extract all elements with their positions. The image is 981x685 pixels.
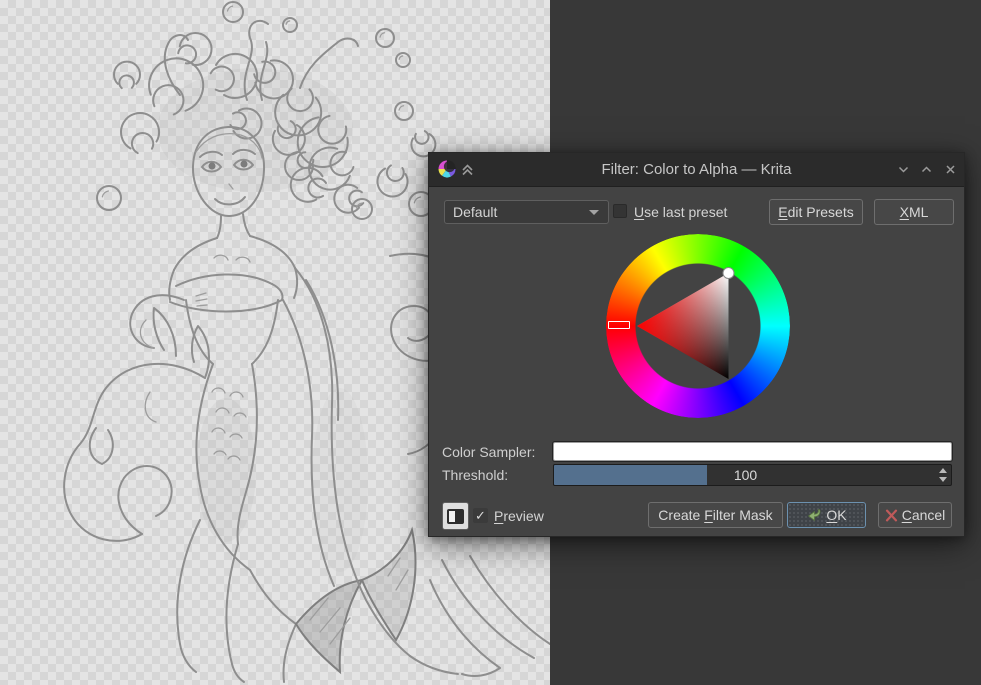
green-arrow-icon xyxy=(806,508,822,522)
use-last-preset-label[interactable]: Use last preset xyxy=(634,199,727,225)
threshold-label: Threshold: xyxy=(442,464,508,486)
red-x-icon xyxy=(885,509,898,522)
spin-up-icon[interactable] xyxy=(939,468,947,473)
preview-label[interactable]: Preview xyxy=(494,502,544,530)
preset-dropdown-value: Default xyxy=(453,204,497,220)
threshold-spinner xyxy=(936,466,950,484)
chevron-down-icon xyxy=(589,210,599,215)
color-to-alpha-dialog: Filter: Color to Alpha — Krita Default U… xyxy=(428,152,965,537)
preview-checkbox[interactable]: ✓ xyxy=(473,508,488,523)
threshold-fill xyxy=(554,465,707,485)
color-wheel xyxy=(606,234,790,418)
water-swirls-left xyxy=(64,295,209,541)
dialog-title: Filter: Color to Alpha — Krita xyxy=(429,153,964,186)
minimize-button[interactable] xyxy=(897,163,910,176)
use-last-preset-checkbox[interactable] xyxy=(613,204,627,218)
spin-down-icon[interactable] xyxy=(939,477,947,482)
krita-window: { "window": { "title": "Filter: Color to… xyxy=(0,0,981,685)
close-icon[interactable] xyxy=(944,163,957,176)
color-sampler-label: Color Sampler: xyxy=(442,442,535,462)
threshold-slider[interactable]: 100 xyxy=(553,464,952,486)
body xyxy=(169,214,297,364)
chevron-double-up-icon[interactable] xyxy=(460,162,475,177)
dialog-titlebar[interactable]: Filter: Color to Alpha — Krita xyxy=(429,153,964,187)
edit-presets-button[interactable]: Edit Presets xyxy=(769,199,863,225)
check-icon: ✓ xyxy=(475,508,486,523)
split-preview-icon xyxy=(447,509,464,524)
maximize-button[interactable] xyxy=(920,163,933,176)
create-filter-mask-button[interactable]: Create Filter Mask xyxy=(648,502,783,528)
preset-dropdown[interactable]: Default xyxy=(444,200,609,224)
xml-button[interactable]: XML xyxy=(874,199,954,225)
preview-split-toggle-button[interactable] xyxy=(442,502,469,530)
ok-button[interactable]: OK xyxy=(787,502,866,528)
cancel-button[interactable]: Cancel xyxy=(878,502,952,528)
color-sampler-swatch[interactable] xyxy=(553,442,952,461)
saturation-value-triangle[interactable] xyxy=(606,234,790,418)
color-selector-handle[interactable] xyxy=(723,268,734,279)
krita-app-icon xyxy=(438,160,456,178)
